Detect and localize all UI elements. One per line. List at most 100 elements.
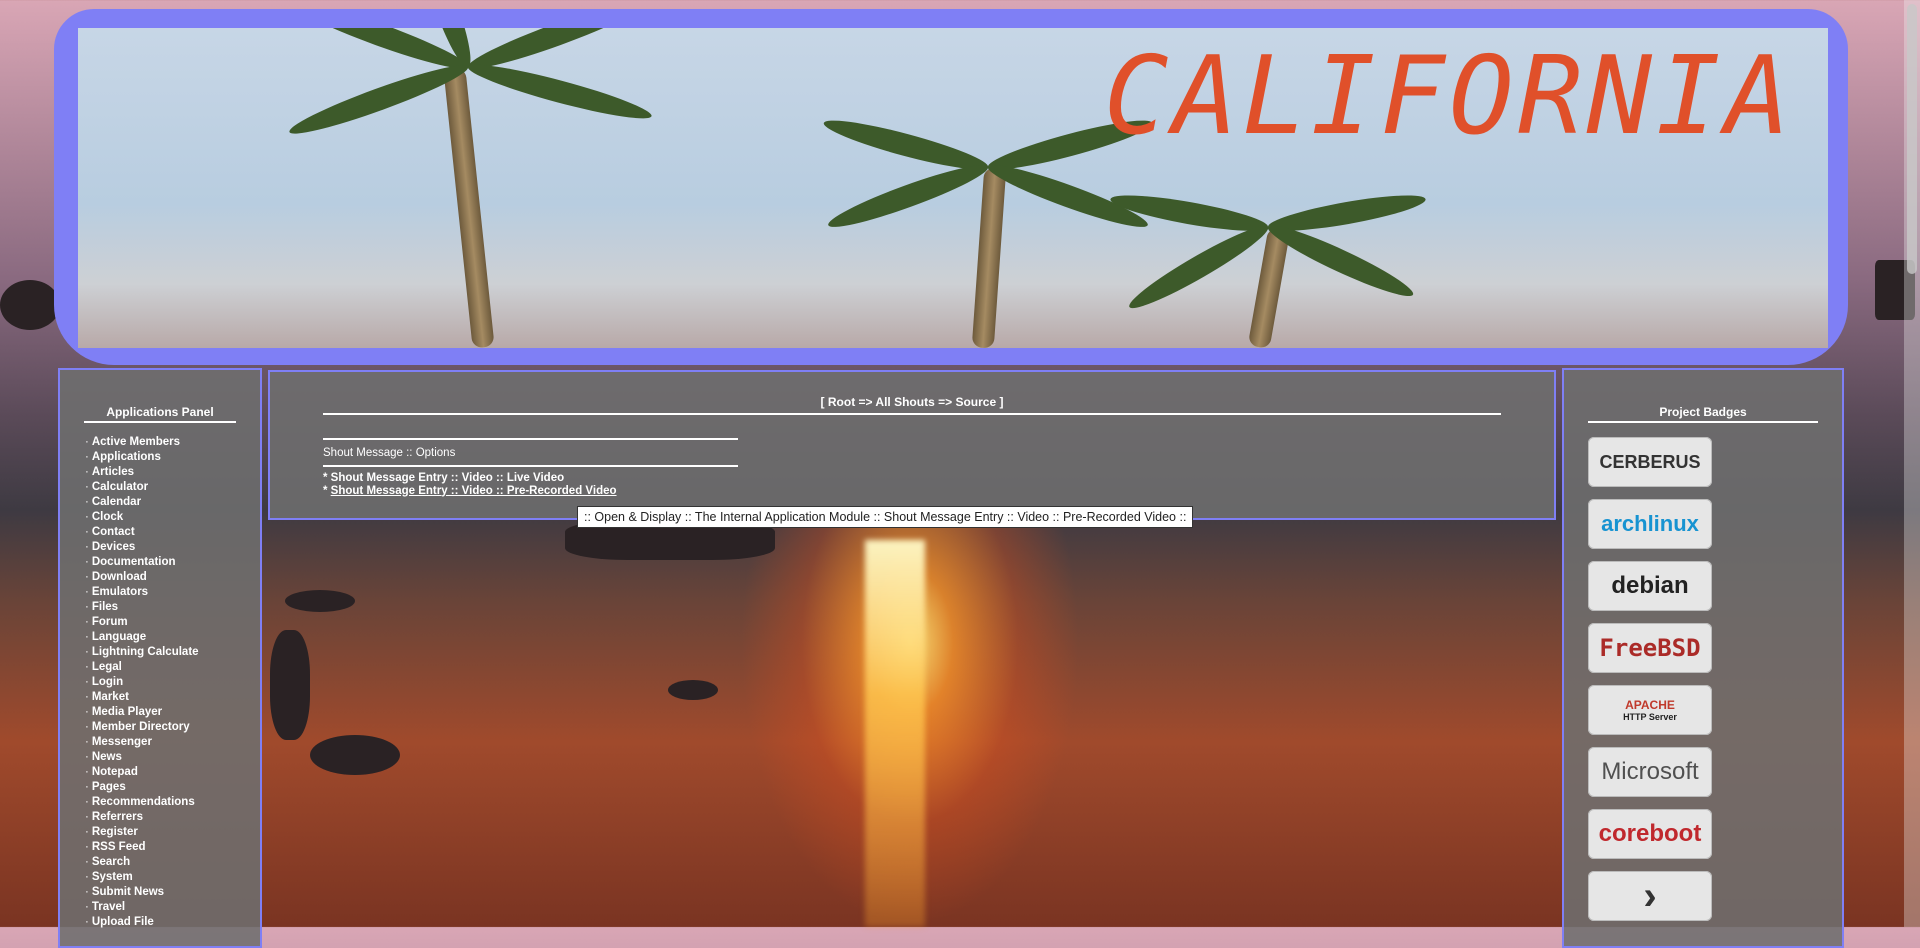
rock — [285, 590, 355, 612]
option-bullet: * — [323, 484, 331, 497]
project-badge[interactable]: debian — [1588, 561, 1712, 611]
bullet-icon: · — [85, 901, 89, 913]
option-prerecorded-video-link[interactable]: Shout Message Entry :: Video :: Pre-Reco… — [331, 485, 617, 497]
project-badge[interactable]: › — [1588, 871, 1712, 921]
project-badge[interactable]: coreboot — [1588, 809, 1712, 859]
menu-link[interactable]: Referrers — [92, 811, 143, 823]
menu-item: · Forum — [85, 615, 260, 630]
menu-item: · Download — [85, 570, 260, 585]
menu-item: · Articles — [85, 465, 260, 480]
chevron-right-icon: › — [1643, 873, 1657, 918]
menu-item: · Media Player — [85, 705, 260, 720]
page-scrollbar[interactable] — [1904, 0, 1920, 927]
badge-label: debian — [1611, 572, 1689, 599]
project-badge[interactable]: APACHE HTTP Server — [1588, 685, 1712, 735]
bullet-icon: · — [85, 676, 89, 688]
badge-label: FreeBSD — [1599, 634, 1701, 662]
bullet-icon: · — [85, 871, 89, 883]
menu-link[interactable]: Upload File — [92, 916, 154, 928]
menu-link[interactable]: Lightning Calculate — [92, 646, 199, 658]
menu-link[interactable]: Applications — [92, 451, 161, 463]
menu-item: · Register — [85, 825, 260, 840]
option-prerecorded-video-row: * Shout Message Entry :: Video :: Pre-Re… — [323, 485, 1554, 498]
applications-panel: Applications Panel · Active Members · Appli… — [58, 368, 262, 948]
menu-link[interactable]: Login — [92, 676, 123, 688]
menu-link[interactable]: Submit News — [92, 886, 164, 898]
bullet-icon: · — [85, 841, 89, 853]
menu-item: · Calendar — [85, 495, 260, 510]
menu-link[interactable]: Notepad — [92, 766, 138, 778]
menu-item: · Recommendations — [85, 795, 260, 810]
rock — [0, 280, 60, 330]
menu-item: · Emulators — [85, 585, 260, 600]
menu-item: · Language — [85, 630, 260, 645]
option-live-video: * Shout Message Entry :: Video :: Live V… — [323, 472, 565, 484]
bullet-icon: · — [85, 571, 89, 583]
rock — [668, 680, 718, 700]
bullet-icon: · — [85, 856, 89, 868]
menu-link[interactable]: Travel — [92, 901, 125, 913]
menu-link[interactable]: Documentation — [92, 556, 176, 568]
scrollbar-thumb[interactable] — [1907, 4, 1917, 274]
menu-link[interactable]: Contact — [92, 526, 135, 538]
bullet-icon: · — [85, 616, 89, 628]
badge-label: CERBERUS — [1599, 451, 1701, 472]
bullet-icon: · — [85, 826, 89, 838]
menu-link[interactable]: Register — [92, 826, 138, 838]
badge-sublabel: HTTP Server — [1623, 712, 1677, 722]
menu-link[interactable]: Recommendations — [92, 796, 195, 808]
main-content-panel: [ Root => All Shouts => Source ] Shout M… — [268, 370, 1556, 520]
menu-item: · Login — [85, 675, 260, 690]
menu-item: · Calculator — [85, 480, 260, 495]
project-badge[interactable]: CERBERUS — [1588, 437, 1712, 487]
menu-link[interactable]: Media Player — [92, 706, 162, 718]
menu-item: · Travel — [85, 900, 260, 915]
bullet-icon: · — [85, 526, 89, 538]
menu-item: · News — [85, 750, 260, 765]
menu-link[interactable]: Pages — [92, 781, 126, 793]
bullet-icon: · — [85, 766, 89, 778]
menu-link[interactable]: Clock — [92, 511, 123, 523]
bullet-icon: · — [85, 721, 89, 733]
applications-menu: · Active Members · Applications · Articles · Ca… — [85, 435, 260, 930]
bullet-icon: · — [85, 436, 89, 448]
menu-item: · Market — [85, 690, 260, 705]
bullet-icon: · — [85, 646, 89, 658]
menu-item: · Devices — [85, 540, 260, 555]
header-banner: CALIFORNIA — [78, 28, 1828, 348]
menu-link[interactable]: Articles — [92, 466, 134, 478]
menu-link[interactable]: Messenger — [92, 736, 152, 748]
menu-link[interactable]: Devices — [92, 541, 135, 553]
badge-label: APACHE — [1625, 698, 1675, 712]
menu-link[interactable]: Member Directory — [92, 721, 190, 733]
menu-link[interactable]: Calculator — [92, 481, 148, 493]
menu-link[interactable]: Language — [92, 631, 146, 643]
menu-link[interactable]: Files — [92, 601, 118, 613]
bullet-icon: · — [85, 796, 89, 808]
bullet-icon: · — [85, 691, 89, 703]
menu-link[interactable]: Search — [92, 856, 130, 868]
menu-link[interactable]: Market — [92, 691, 129, 703]
menu-item: · Documentation — [85, 555, 260, 570]
menu-item: · Contact — [85, 525, 260, 540]
menu-link[interactable]: Calendar — [92, 496, 141, 508]
applications-panel-title: Applications Panel — [84, 405, 236, 423]
menu-link[interactable]: Legal — [92, 661, 122, 673]
project-badge[interactable]: archlinux — [1588, 499, 1712, 549]
menu-link[interactable]: RSS Feed — [92, 841, 146, 853]
menu-item: · Legal — [85, 660, 260, 675]
menu-link[interactable]: Emulators — [92, 586, 148, 598]
bullet-icon: · — [85, 496, 89, 508]
menu-link[interactable]: News — [92, 751, 122, 763]
section-title: Shout Message :: Options — [323, 438, 738, 467]
badge-list: CERBERUS archlinux debian FreeBSD APACHE HTTP… — [1588, 437, 1842, 921]
sun-reflection — [865, 540, 925, 927]
menu-link[interactable]: System — [92, 871, 133, 883]
menu-link[interactable]: Active Members — [92, 436, 180, 448]
menu-item: · Submit News — [85, 885, 260, 900]
menu-link[interactable]: Forum — [92, 616, 128, 628]
bullet-icon: · — [85, 511, 89, 523]
project-badge[interactable]: Microsoft — [1588, 747, 1712, 797]
menu-link[interactable]: Download — [92, 571, 147, 583]
project-badge[interactable]: FreeBSD — [1588, 623, 1712, 673]
